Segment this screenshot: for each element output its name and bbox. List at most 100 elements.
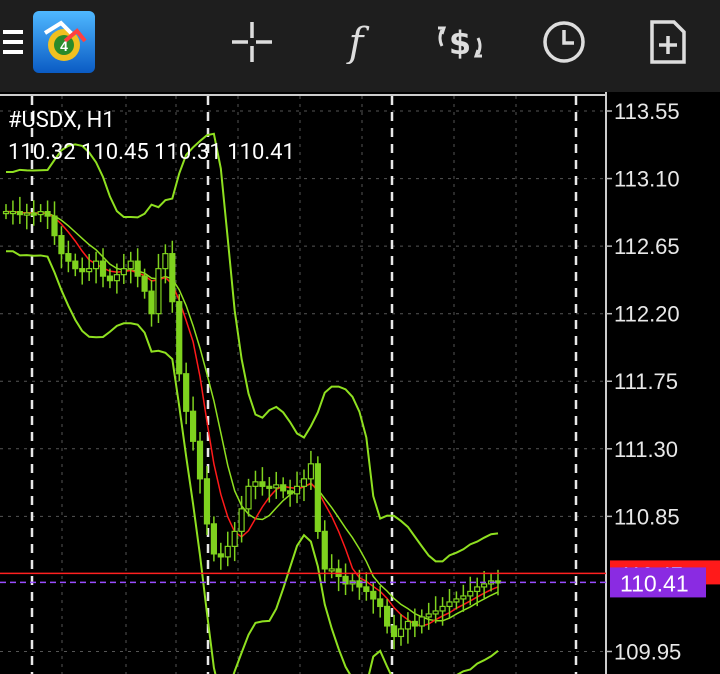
candle-body bbox=[432, 610, 439, 615]
price-tick-label: 113.10 bbox=[614, 167, 680, 192]
chart-area[interactable]: 110.47110.41 113.55113.10112.65112.20111… bbox=[0, 92, 720, 674]
candle-body bbox=[245, 485, 252, 510]
candle-body bbox=[363, 586, 370, 593]
crosshair-icon[interactable] bbox=[220, 10, 284, 74]
candle-body bbox=[300, 478, 308, 487]
menu-icon[interactable] bbox=[0, 10, 30, 74]
trade-icon[interactable]: $ bbox=[428, 10, 492, 74]
candle-body bbox=[266, 485, 273, 489]
candle-body bbox=[217, 553, 224, 558]
candle-body bbox=[224, 545, 231, 558]
candle-body bbox=[23, 212, 30, 216]
candle-body bbox=[92, 260, 100, 270]
bollinger-middle bbox=[6, 210, 499, 622]
price-tick-label: 109.95 bbox=[614, 639, 681, 664]
candle-body bbox=[287, 490, 294, 495]
candle-body bbox=[44, 210, 51, 217]
candle-body bbox=[280, 484, 287, 492]
moving-average bbox=[6, 210, 499, 627]
candle-body bbox=[189, 410, 197, 442]
candle-body bbox=[474, 586, 481, 593]
candle-body bbox=[210, 523, 217, 555]
price-tick-label: 110.85 bbox=[614, 504, 680, 529]
candle-body bbox=[65, 253, 72, 262]
candle-body bbox=[30, 212, 37, 216]
candle-body bbox=[148, 290, 155, 315]
candle-body bbox=[411, 620, 418, 627]
candle-body bbox=[328, 568, 335, 572]
candle-body bbox=[37, 210, 44, 216]
new-order-icon[interactable] bbox=[636, 10, 700, 74]
candle-body bbox=[252, 481, 259, 487]
candle-body bbox=[169, 253, 176, 303]
candle-body bbox=[196, 440, 204, 480]
candle-body bbox=[273, 484, 280, 489]
candle-body bbox=[446, 601, 453, 608]
candle-body bbox=[58, 235, 65, 255]
candle-body bbox=[293, 485, 301, 495]
candle-body bbox=[390, 625, 398, 638]
bollinger-lower bbox=[6, 250, 499, 674]
candle-body bbox=[106, 275, 114, 282]
candle-body bbox=[259, 481, 266, 487]
candle-body bbox=[231, 530, 238, 547]
svg-text:$: $ bbox=[449, 24, 471, 62]
candle-body bbox=[9, 210, 17, 215]
timeframe-icon[interactable] bbox=[532, 10, 596, 74]
candle-body bbox=[79, 268, 86, 273]
candle-body bbox=[141, 275, 148, 292]
candle-body bbox=[307, 463, 315, 480]
price-tick-label: 111.75 bbox=[614, 369, 678, 394]
candle-body bbox=[425, 613, 432, 618]
candles bbox=[2, 196, 502, 650]
current-price-label: 110.41 bbox=[620, 570, 689, 596]
candle-body bbox=[203, 478, 211, 525]
candle-body bbox=[467, 590, 474, 597]
candle-body bbox=[155, 268, 162, 315]
candle-body bbox=[176, 301, 183, 375]
candle-body bbox=[134, 260, 141, 277]
svg-text:f: f bbox=[346, 20, 370, 64]
candle-body bbox=[86, 268, 93, 273]
candle-body bbox=[238, 508, 245, 532]
candle-body bbox=[2, 210, 10, 215]
candle-body bbox=[418, 616, 425, 627]
price-tick-label: 112.65 bbox=[614, 234, 680, 259]
candle-body bbox=[183, 373, 190, 412]
candle-body bbox=[404, 620, 412, 630]
toolbar: 4 f $ bbox=[0, 0, 720, 92]
indicators-icon[interactable]: f bbox=[324, 10, 388, 74]
metatrader-logo[interactable]: 4 bbox=[32, 10, 96, 74]
candle-body bbox=[51, 215, 58, 237]
candle-body bbox=[481, 583, 488, 588]
candle-body bbox=[439, 605, 446, 612]
candle-body bbox=[162, 253, 169, 270]
candle-body bbox=[314, 463, 321, 532]
candle-body bbox=[397, 628, 405, 638]
candle-body bbox=[453, 598, 460, 603]
candle-body bbox=[460, 595, 467, 600]
candle-body bbox=[321, 530, 328, 570]
bollinger-upper bbox=[6, 132, 499, 563]
candle-body bbox=[127, 260, 134, 270]
price-tick-label: 111.30 bbox=[614, 437, 678, 462]
candle-body bbox=[120, 268, 127, 276]
ma-line bbox=[6, 210, 499, 627]
candle-body bbox=[377, 598, 384, 608]
svg-text:4: 4 bbox=[60, 38, 68, 54]
candle-body bbox=[72, 260, 79, 270]
bollinger-bands bbox=[6, 132, 499, 674]
candle-body bbox=[370, 590, 377, 600]
grid bbox=[0, 92, 607, 674]
price-tick-label: 112.20 bbox=[614, 302, 680, 327]
candle-body bbox=[494, 580, 502, 584]
price-tick-label: 113.55 bbox=[614, 99, 680, 124]
candle-body bbox=[335, 568, 342, 578]
price-chart[interactable]: 110.47110.41 113.55113.10112.65112.20111… bbox=[0, 92, 720, 674]
symbol-header: #USDX, H1 bbox=[8, 108, 115, 133]
candle-body bbox=[384, 605, 391, 627]
candle-body bbox=[99, 260, 107, 277]
ohlc-line: 110.32 110.45 110.31 110.41 bbox=[8, 140, 295, 165]
candle-body bbox=[113, 274, 120, 282]
candle-body bbox=[16, 210, 23, 216]
